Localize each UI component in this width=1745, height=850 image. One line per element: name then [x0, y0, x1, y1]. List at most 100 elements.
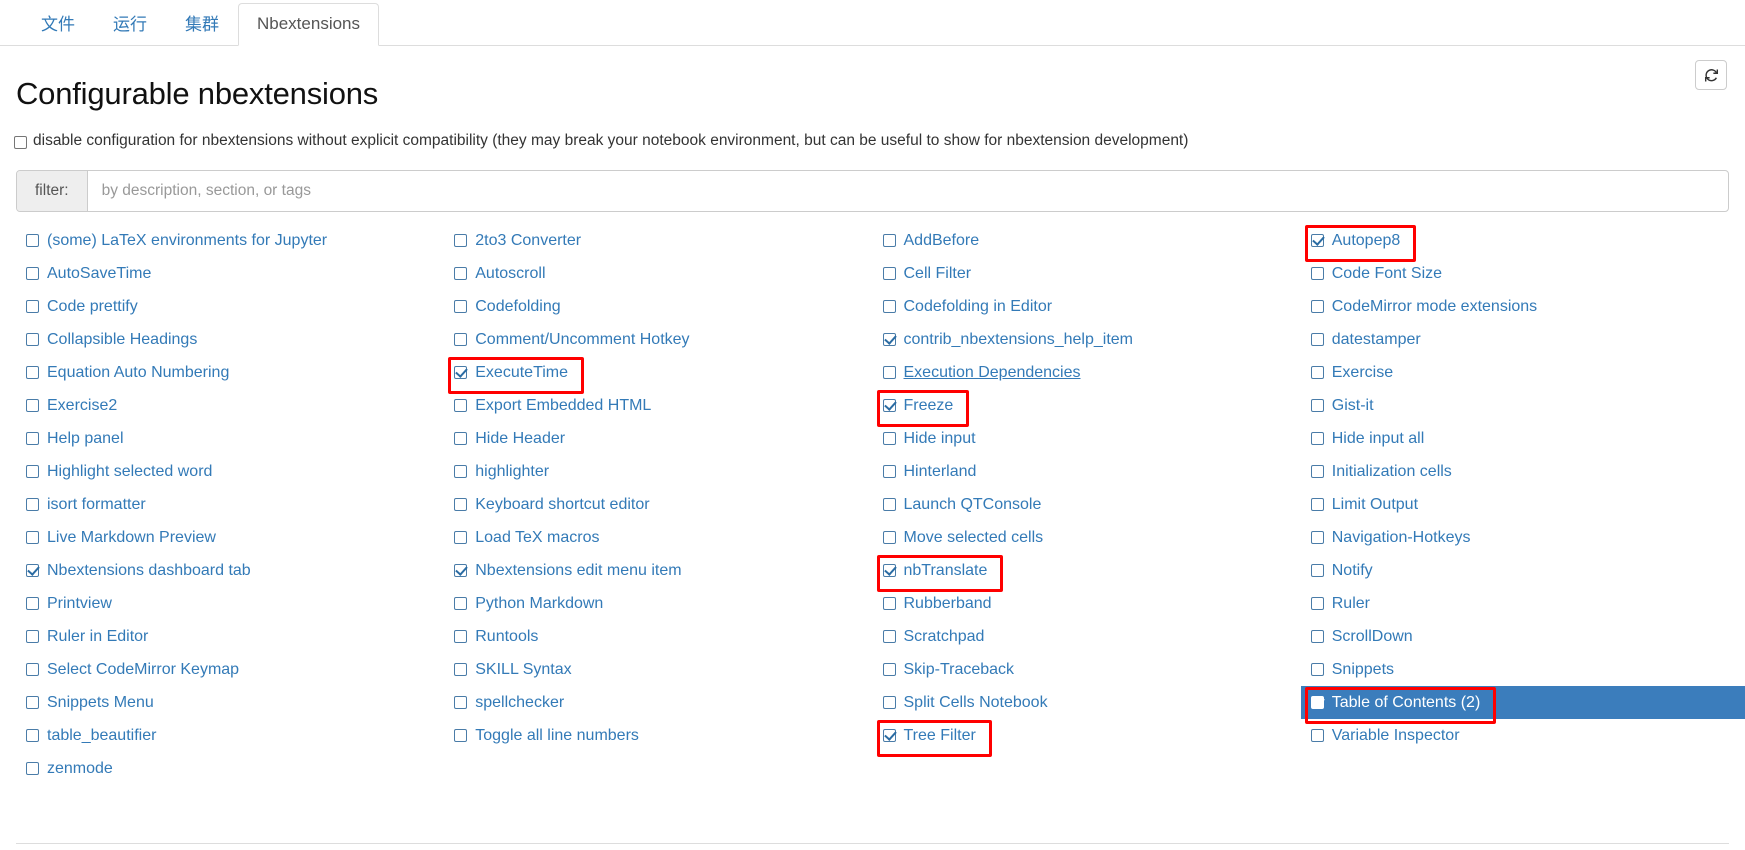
extension-checkbox[interactable]: [454, 729, 468, 742]
extension-checkbox[interactable]: [454, 498, 468, 511]
extension-checkbox[interactable]: [454, 465, 468, 478]
extension-checkbox[interactable]: [1310, 729, 1324, 742]
extension-checkbox[interactable]: [454, 663, 468, 676]
extension-item[interactable]: Variable Inspector: [1301, 719, 1729, 752]
extension-checkbox[interactable]: [26, 564, 39, 577]
extension-item[interactable]: datestamper: [1301, 323, 1729, 356]
extension-item[interactable]: Nbextensions edit menu item: [444, 554, 872, 587]
extension-item[interactable]: Printview: [16, 587, 444, 620]
extension-item[interactable]: Initialization cells: [1301, 455, 1729, 488]
extension-checkbox[interactable]: [454, 531, 468, 544]
extension-checkbox[interactable]: [882, 729, 896, 742]
extension-item[interactable]: Skip-Traceback: [873, 653, 1301, 686]
extension-item[interactable]: Ruler: [1301, 587, 1729, 620]
extension-checkbox[interactable]: [26, 300, 39, 313]
extension-checkbox[interactable]: [26, 498, 39, 511]
extension-item[interactable]: Autoscroll: [444, 257, 872, 290]
extension-item[interactable]: isort formatter: [16, 488, 444, 521]
extension-item[interactable]: Python Markdown: [444, 587, 872, 620]
extension-checkbox[interactable]: [1310, 696, 1324, 709]
extension-checkbox[interactable]: [882, 696, 896, 709]
extension-item[interactable]: Code Font Size: [1301, 257, 1729, 290]
tab-files[interactable]: 文件: [22, 4, 94, 46]
extension-checkbox[interactable]: [882, 630, 896, 643]
extension-item[interactable]: Collapsible Headings: [16, 323, 444, 356]
extension-checkbox[interactable]: [454, 432, 468, 445]
extension-item[interactable]: Move selected cells: [873, 521, 1301, 554]
extension-item[interactable]: Runtools: [444, 620, 872, 653]
extension-checkbox[interactable]: [454, 300, 468, 313]
extension-item[interactable]: spellchecker: [444, 686, 872, 719]
extension-checkbox[interactable]: [26, 366, 39, 379]
extension-item[interactable]: Freeze: [873, 389, 1301, 422]
filter-input[interactable]: [87, 171, 1728, 211]
extension-item[interactable]: Cell Filter: [873, 257, 1301, 290]
extension-checkbox[interactable]: [454, 696, 468, 709]
extension-checkbox[interactable]: [26, 630, 39, 643]
extension-item[interactable]: Equation Auto Numbering: [16, 356, 444, 389]
extension-checkbox[interactable]: [882, 432, 896, 445]
extension-checkbox[interactable]: [882, 564, 896, 577]
extension-item[interactable]: Keyboard shortcut editor: [444, 488, 872, 521]
extension-item[interactable]: Gist-it: [1301, 389, 1729, 422]
extension-checkbox[interactable]: [1310, 531, 1324, 544]
extension-item[interactable]: Exercise2: [16, 389, 444, 422]
extension-checkbox[interactable]: [882, 300, 896, 313]
extension-checkbox[interactable]: [454, 234, 468, 247]
extension-checkbox[interactable]: [882, 465, 896, 478]
extension-item[interactable]: (some) LaTeX environments for Jupyter: [16, 224, 444, 257]
extension-checkbox[interactable]: [26, 531, 39, 544]
extension-checkbox[interactable]: [454, 333, 468, 346]
extension-item[interactable]: nbTranslate: [873, 554, 1301, 587]
extension-item[interactable]: contrib_nbextensions_help_item: [873, 323, 1301, 356]
extension-checkbox[interactable]: [1310, 630, 1324, 643]
extension-item[interactable]: Live Markdown Preview: [16, 521, 444, 554]
extension-checkbox[interactable]: [454, 630, 468, 643]
extension-checkbox[interactable]: [1310, 663, 1324, 676]
extension-item[interactable]: Table of Contents (2): [1300, 686, 1745, 719]
extension-item[interactable]: Select CodeMirror Keymap: [16, 653, 444, 686]
tab-clusters[interactable]: 集群: [166, 4, 238, 46]
extension-item[interactable]: Highlight selected word: [16, 455, 444, 488]
extension-item[interactable]: Comment/Uncomment Hotkey: [444, 323, 872, 356]
extension-checkbox[interactable]: [882, 597, 896, 610]
refresh-button[interactable]: [1695, 60, 1727, 90]
disable-config-checkbox[interactable]: [14, 134, 27, 152]
extension-item[interactable]: Export Embedded HTML: [444, 389, 872, 422]
extension-item[interactable]: ScrollDown: [1301, 620, 1729, 653]
extension-item[interactable]: Hide input: [873, 422, 1301, 455]
extension-item[interactable]: 2to3 Converter: [444, 224, 872, 257]
extension-item[interactable]: Nbextensions dashboard tab: [16, 554, 444, 587]
tab-running[interactable]: 运行: [94, 4, 166, 46]
extension-checkbox[interactable]: [1310, 267, 1324, 280]
extension-item[interactable]: Hinterland: [873, 455, 1301, 488]
extension-item[interactable]: Hide input all: [1301, 422, 1729, 455]
extension-checkbox[interactable]: [26, 696, 39, 709]
extension-checkbox[interactable]: [1310, 432, 1324, 445]
extension-checkbox[interactable]: [26, 762, 39, 775]
extension-checkbox[interactable]: [454, 366, 468, 379]
extension-item[interactable]: ExecuteTime: [444, 356, 872, 389]
extension-checkbox[interactable]: [1310, 234, 1324, 247]
extension-item[interactable]: Codefolding in Editor: [873, 290, 1301, 323]
extension-checkbox[interactable]: [882, 399, 896, 412]
extension-item[interactable]: Scratchpad: [873, 620, 1301, 653]
extension-item[interactable]: Load TeX macros: [444, 521, 872, 554]
extension-checkbox[interactable]: [454, 564, 468, 577]
extension-checkbox[interactable]: [26, 234, 39, 247]
extension-checkbox[interactable]: [882, 531, 896, 544]
extension-item[interactable]: SKILL Syntax: [444, 653, 872, 686]
extension-item[interactable]: zenmode: [16, 752, 444, 785]
extension-checkbox[interactable]: [1310, 366, 1324, 379]
disable-config-row[interactable]: disable configuration for nbextensions w…: [14, 132, 1745, 152]
extension-item[interactable]: CodeMirror mode extensions: [1301, 290, 1729, 323]
extension-item[interactable]: Ruler in Editor: [16, 620, 444, 653]
extension-checkbox[interactable]: [26, 432, 39, 445]
extension-checkbox[interactable]: [26, 267, 39, 280]
extension-checkbox[interactable]: [882, 498, 896, 511]
extension-checkbox[interactable]: [1310, 498, 1324, 511]
extension-item[interactable]: Notify: [1301, 554, 1729, 587]
extension-item[interactable]: Rubberband: [873, 587, 1301, 620]
extension-item[interactable]: Code prettify: [16, 290, 444, 323]
extension-item[interactable]: Execution Dependencies: [873, 356, 1301, 389]
